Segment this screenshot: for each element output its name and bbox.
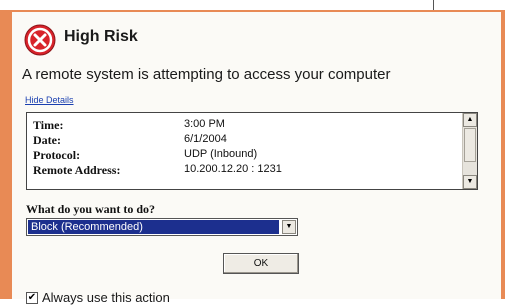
- details-key: Date:: [33, 133, 61, 147]
- details-scrollbar[interactable]: ▲ ▼: [462, 113, 477, 189]
- details-value: 10.200.12.20 : 1231: [184, 163, 282, 175]
- action-select[interactable]: Block (Recommended) ▼: [26, 218, 298, 236]
- top-tick: [433, 0, 434, 10]
- chevron-down-icon[interactable]: ▼: [282, 220, 296, 234]
- ok-button[interactable]: OK: [223, 253, 299, 274]
- details-key: Remote Address:: [33, 163, 121, 177]
- details-key: Protocol:: [33, 148, 81, 162]
- always-checkbox[interactable]: ✔: [26, 292, 38, 304]
- top-border: [0, 0, 505, 10]
- details-value: 6/1/2004: [184, 133, 227, 145]
- scroll-up-icon[interactable]: ▲: [463, 113, 477, 127]
- alert-dialog: High Risk A remote system is attempting …: [12, 12, 501, 305]
- details-key: Time:: [33, 118, 64, 132]
- scroll-thumb[interactable]: [464, 128, 476, 162]
- details-value: 3:00 PM: [184, 118, 225, 130]
- hide-details-link[interactable]: Hide Details: [25, 95, 74, 105]
- high-risk-icon: [24, 24, 56, 56]
- action-select-value[interactable]: Block (Recommended): [28, 220, 279, 234]
- details-value: UDP (Inbound): [184, 148, 258, 160]
- details-panel: Time: 3:00 PM Date: 6/1/2004 Protocol: U…: [26, 112, 478, 190]
- action-question: What do you want to do?: [26, 202, 156, 216]
- dialog-title: High Risk: [64, 28, 138, 45]
- always-label[interactable]: Always use this action: [42, 290, 170, 305]
- checkmark-icon: ✔: [27, 292, 37, 303]
- alert-message: A remote system is attempting to access …: [22, 66, 391, 83]
- scroll-down-icon[interactable]: ▼: [463, 175, 477, 189]
